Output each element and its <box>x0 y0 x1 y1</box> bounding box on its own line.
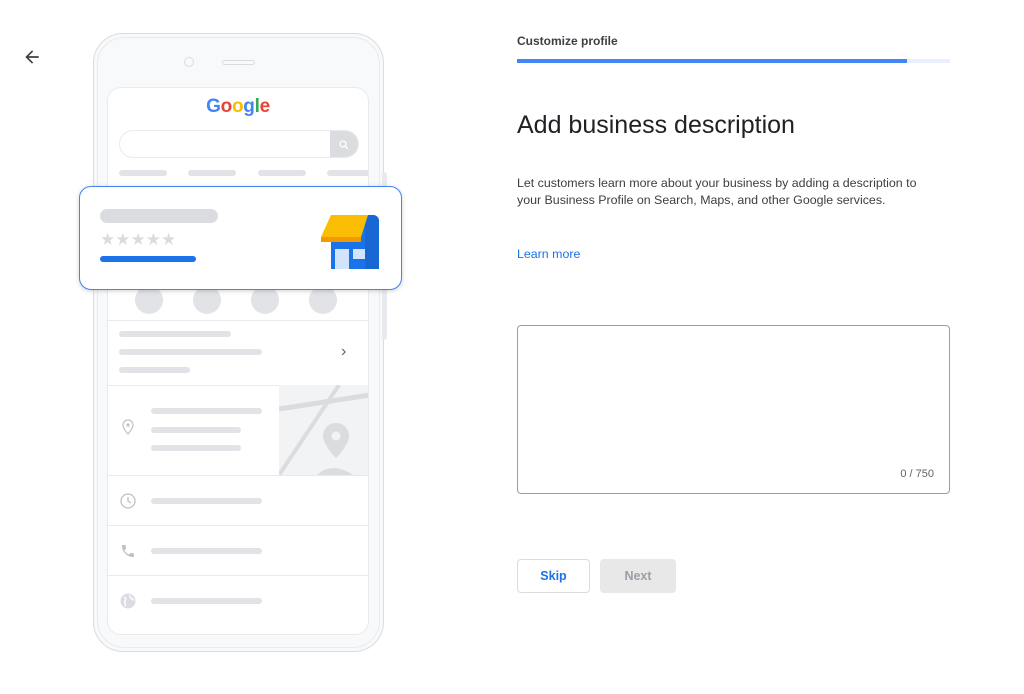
back-button[interactable] <box>22 47 42 67</box>
google-logo: Google <box>206 96 270 117</box>
business-profile-card: ★★★★★ <box>79 186 402 290</box>
description-field-container: 0 / 750 <box>517 325 950 494</box>
mock-search-bar <box>119 130 359 158</box>
placeholder-bar <box>100 209 218 223</box>
placeholder-bar <box>327 170 368 176</box>
mock-directions-action <box>193 286 221 314</box>
step-label: Customize profile <box>517 34 618 48</box>
learn-more-link[interactable]: Learn more <box>517 247 580 261</box>
placeholder-bar <box>188 170 236 176</box>
placeholder-bar <box>151 598 262 604</box>
mock-map <box>279 385 368 475</box>
location-pin-icon <box>122 419 134 435</box>
phone-camera <box>184 57 194 67</box>
placeholder-bar <box>151 427 241 433</box>
search-icon <box>339 140 349 150</box>
progress-bar <box>517 59 950 63</box>
clock-icon <box>120 493 136 509</box>
placeholder-bar <box>151 548 262 554</box>
globe-icon <box>120 593 136 609</box>
phone-speaker <box>222 60 255 65</box>
chevron-right-icon: › <box>341 343 347 360</box>
page-description: Let customers learn more about your busi… <box>517 176 917 207</box>
placeholder-bar <box>119 331 231 337</box>
phone-screen: Google › <box>107 87 369 635</box>
page-title: Add business description <box>517 111 795 139</box>
business-description-input[interactable] <box>518 326 949 493</box>
phone-icon <box>122 545 134 557</box>
mock-save-action <box>251 286 279 314</box>
next-button[interactable]: Next <box>600 559 676 593</box>
arrow-left-icon <box>25 50 39 64</box>
placeholder-bar <box>119 170 167 176</box>
placeholder-bar <box>100 256 196 262</box>
character-counter: 0 / 750 <box>900 468 934 480</box>
progress-fill <box>517 59 907 63</box>
placeholder-bar <box>119 367 190 373</box>
mock-website-action <box>309 286 337 314</box>
skip-button[interactable]: Skip <box>517 559 590 593</box>
mock-call-action <box>135 286 163 314</box>
placeholder-bar <box>151 498 262 504</box>
storefront-icon <box>321 215 379 269</box>
placeholder-bar <box>151 445 241 451</box>
rating-stars: ★★★★★ <box>100 230 177 249</box>
placeholder-bar <box>258 170 306 176</box>
placeholder-bar <box>151 408 262 414</box>
placeholder-bar <box>119 349 262 355</box>
